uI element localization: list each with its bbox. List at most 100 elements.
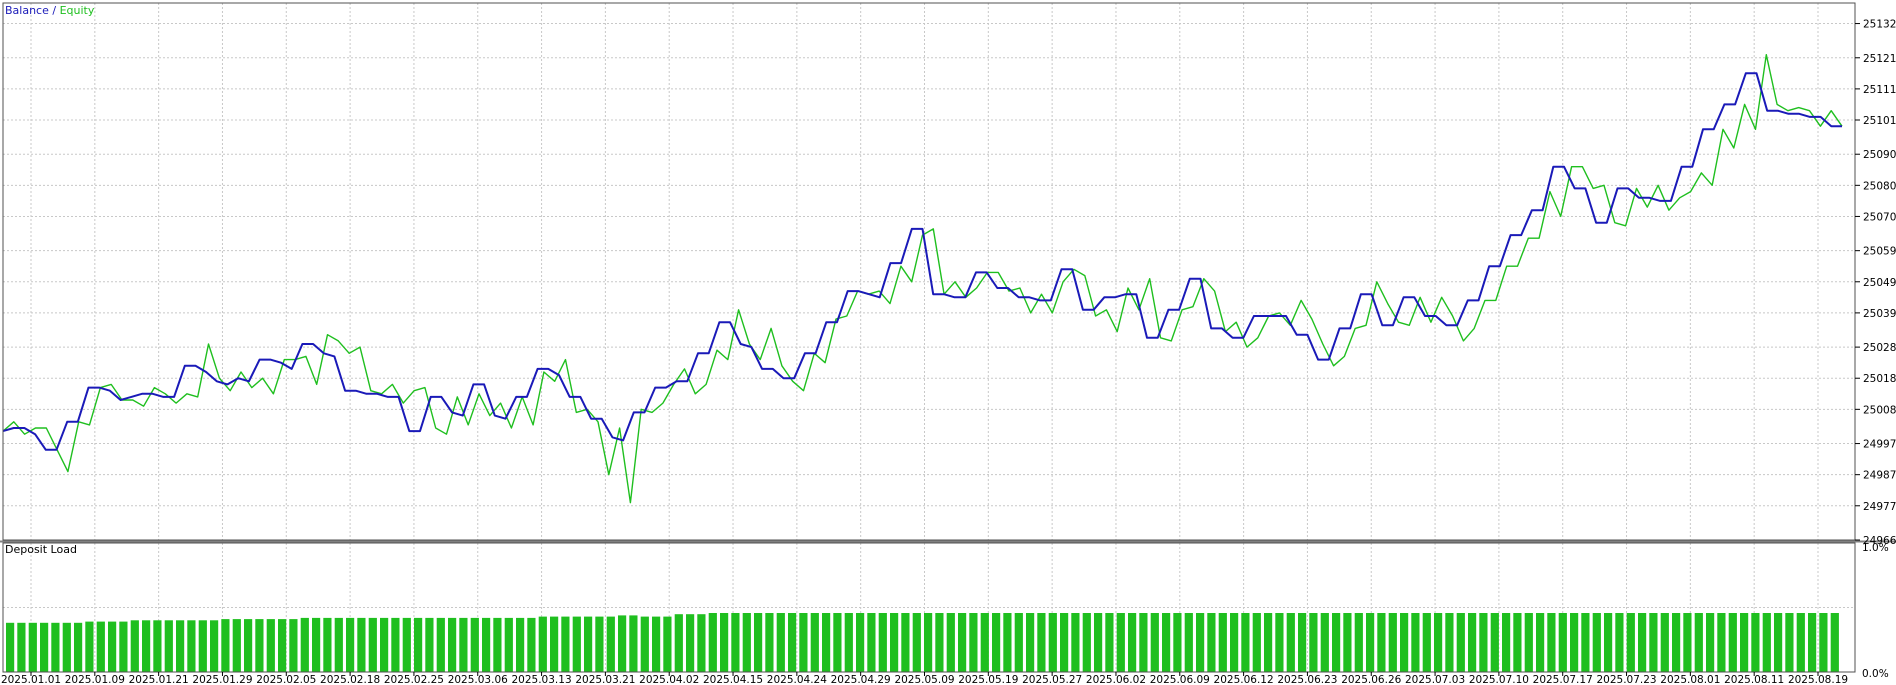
deposit-load-bar — [652, 616, 661, 672]
deposit-load-bar — [1150, 613, 1159, 672]
deposit-load-bar — [1456, 613, 1465, 672]
deposit-load-bar — [278, 619, 287, 672]
deposit-load-bar — [1683, 613, 1692, 672]
deposit-load-bar — [1139, 613, 1148, 672]
deposit-load-bar — [368, 617, 377, 672]
deposit-load-bar — [1502, 613, 1511, 672]
deposit-load-bar — [1615, 613, 1624, 672]
y-tick-label: 25039 — [1863, 308, 1896, 320]
x-axis-ticks: 2025.01.01 2025.01.09 2025.01.21 2025.01.29… — [1, 672, 1848, 685]
deposit-load-bar — [1706, 613, 1715, 672]
x-tick-label: 2025.03.13 — [512, 674, 572, 685]
deposit-load-bar — [765, 613, 774, 672]
deposit-load-bar — [425, 617, 434, 672]
deposit-load-bar — [878, 613, 887, 672]
x-tick-label: 2025.05.19 — [958, 674, 1018, 685]
x-tick-label: 2025.01.29 — [192, 674, 252, 685]
y-tick-label: 24977 — [1863, 501, 1896, 513]
deposit-load-bar — [742, 613, 751, 672]
y-tick-label: 24997 — [1863, 439, 1896, 451]
deposit-load-bar — [663, 616, 672, 672]
deposit-load-bar — [1626, 613, 1635, 672]
deposit-load-bar — [1014, 613, 1023, 672]
deposit-load-bar — [901, 613, 910, 672]
deposit-load-bar — [74, 622, 83, 672]
deposit-load-min-label: 0.0% — [1862, 668, 1889, 680]
deposit-load-bar — [1071, 613, 1080, 672]
deposit-load-bar — [1366, 613, 1375, 672]
deposit-load-bar — [142, 620, 151, 672]
deposit-load-bar — [1298, 613, 1307, 672]
deposit-load-bar — [1162, 613, 1171, 672]
deposit-load-bar — [516, 617, 525, 672]
x-tick-label: 2025.02.25 — [384, 674, 444, 685]
x-tick-label: 2025.02.18 — [320, 674, 380, 685]
x-tick-label: 2025.06.12 — [1214, 674, 1274, 685]
deposit-load-bar — [1003, 613, 1012, 672]
deposit-load-bar — [867, 613, 876, 672]
deposit-load-bar — [1660, 613, 1669, 672]
deposit-load-bar — [1819, 613, 1828, 672]
deposit-load-bar — [346, 617, 355, 672]
deposit-load-bar — [844, 613, 853, 672]
deposit-load-bar — [119, 621, 128, 672]
deposit-load-bar — [1286, 613, 1295, 672]
deposit-load-bar — [754, 613, 763, 672]
deposit-load-bar — [1094, 613, 1103, 672]
legend-equity: Equity — [60, 4, 95, 17]
deposit-load-bar — [28, 622, 37, 672]
y-tick-label: 25101 — [1863, 115, 1896, 127]
deposit-load-bar — [629, 615, 638, 672]
deposit-load-bar — [1400, 613, 1409, 672]
x-tick-label: 2025.02.05 — [256, 674, 316, 685]
deposit-load-bar — [1037, 613, 1046, 672]
deposit-load-bar — [958, 613, 967, 672]
deposit-load-bar — [448, 617, 457, 672]
deposit-load-bar — [1717, 613, 1726, 672]
deposit-load-bar — [1694, 613, 1703, 672]
deposit-load-bar — [1774, 613, 1783, 672]
x-tick-label: 2025.04.02 — [639, 674, 699, 685]
deposit-load-bar — [6, 622, 15, 672]
deposit-load-bar — [266, 619, 275, 672]
deposit-load-bar — [493, 617, 502, 672]
deposit-load-bar — [153, 620, 162, 672]
legend-balance: Balance — [5, 4, 49, 17]
deposit-load-bar — [164, 620, 173, 672]
y-tick-label: 25090 — [1863, 149, 1896, 161]
x-tick-label: 2025.06.23 — [1277, 674, 1337, 685]
x-tick-label: 2025.05.09 — [894, 674, 954, 685]
deposit-load-bar — [357, 617, 366, 672]
deposit-load-bar — [1479, 613, 1488, 672]
x-tick-label: 2025.06.09 — [1150, 674, 1210, 685]
deposit-load-bar — [1230, 613, 1239, 672]
deposit-load-bar — [1785, 613, 1794, 672]
x-tick-label: 2025.01.01 — [1, 674, 61, 685]
deposit-load-bar — [912, 613, 921, 672]
deposit-load-bar — [1082, 613, 1091, 672]
y-tick-label: 25059 — [1863, 246, 1896, 258]
deposit-load-bar — [334, 617, 343, 672]
deposit-load-bar — [618, 615, 627, 672]
deposit-load-bar — [946, 613, 955, 672]
balance-equity-chart: 25132 25121 25111 25101 25090 25080 25070 25059… — [0, 0, 1896, 685]
deposit-load-bar — [1422, 613, 1431, 672]
deposit-load-bar — [391, 617, 400, 672]
deposit-load-bar — [1309, 613, 1318, 672]
deposit-load-bar — [482, 617, 491, 672]
deposit-load-bar — [62, 622, 71, 672]
legend: Balance / Equity — [5, 4, 95, 17]
x-tick-label: 2025.07.10 — [1469, 674, 1529, 685]
x-tick-label: 2025.08.11 — [1724, 674, 1784, 685]
deposit-load-bar — [312, 617, 321, 672]
deposit-load-bar — [595, 616, 604, 672]
deposit-load-bar — [572, 616, 581, 672]
deposit-load-bar — [1252, 613, 1261, 672]
deposit-load-bar — [686, 614, 695, 672]
deposit-load-bar — [40, 622, 49, 672]
deposit-load-bar — [244, 619, 253, 672]
deposit-load-bar — [1513, 613, 1522, 672]
deposit-load-bar — [1592, 613, 1601, 672]
deposit-load-bar — [1264, 613, 1273, 672]
deposit-load-bar — [504, 617, 513, 672]
